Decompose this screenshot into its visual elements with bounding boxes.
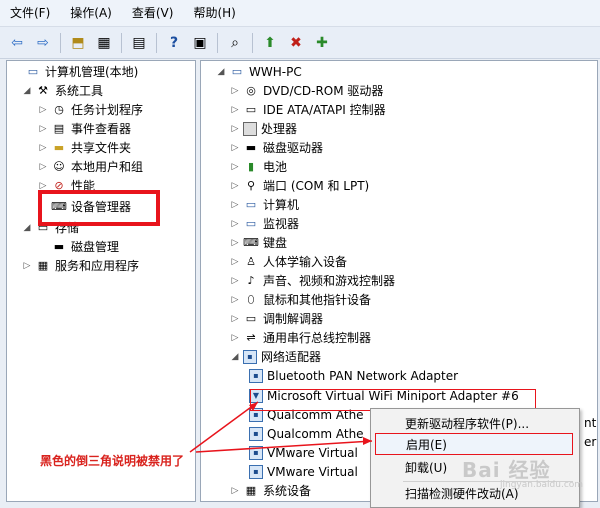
watermark-url: jingyan.baidu.com — [500, 480, 584, 490]
annotation-text: 黑色的倒三角说明被禁用了 — [40, 454, 185, 468]
watermark: Bai 经验 — [462, 458, 551, 482]
annotation-arrow — [189, 401, 373, 453]
